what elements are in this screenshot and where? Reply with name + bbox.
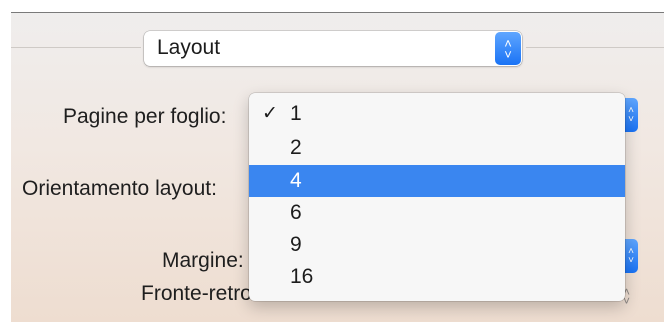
layout-orientation-label: Orientamento layout: [22,177,217,200]
border-label: Margine: [162,249,244,272]
pages-per-sheet-label: Pagine per foglio: [63,105,227,128]
menu-item-9[interactable]: 9 [249,229,625,261]
two-sided-label: Fronte-retro: [141,282,258,305]
menu-item-label: 16 [290,265,314,288]
separator-left [11,47,141,48]
menu-item-4[interactable]: 4 [249,165,625,197]
window-top-bar [0,0,664,13]
menu-item-1[interactable]: ✓ 1 [249,98,625,130]
separator-right [526,47,664,48]
menu-item-2[interactable]: 2 [249,132,625,164]
pages-per-sheet-menu: ✓ 1 2 4 6 9 16 [249,93,625,301]
section-popup[interactable]: Layout ˄ ˅ [144,31,522,66]
menu-item-label: 1 [290,102,302,125]
up-down-arrows-icon: ˄ ˅ [495,32,521,65]
menu-item-label: 6 [290,201,302,224]
window-left-edge [0,12,11,322]
menu-item-16[interactable]: 16 [249,261,625,293]
menu-item-6[interactable]: 6 [249,197,625,229]
menu-item-label: 2 [290,136,302,159]
pages-per-sheet-stepper-icon[interactable]: ˄ ˅ [624,98,638,132]
menu-item-label: 4 [290,169,302,192]
checkmark-icon: ✓ [262,103,278,124]
border-stepper-icon[interactable]: ˄ ˅ [624,239,638,273]
section-popup-value: Layout [157,36,221,59]
menu-item-label: 9 [290,233,302,256]
